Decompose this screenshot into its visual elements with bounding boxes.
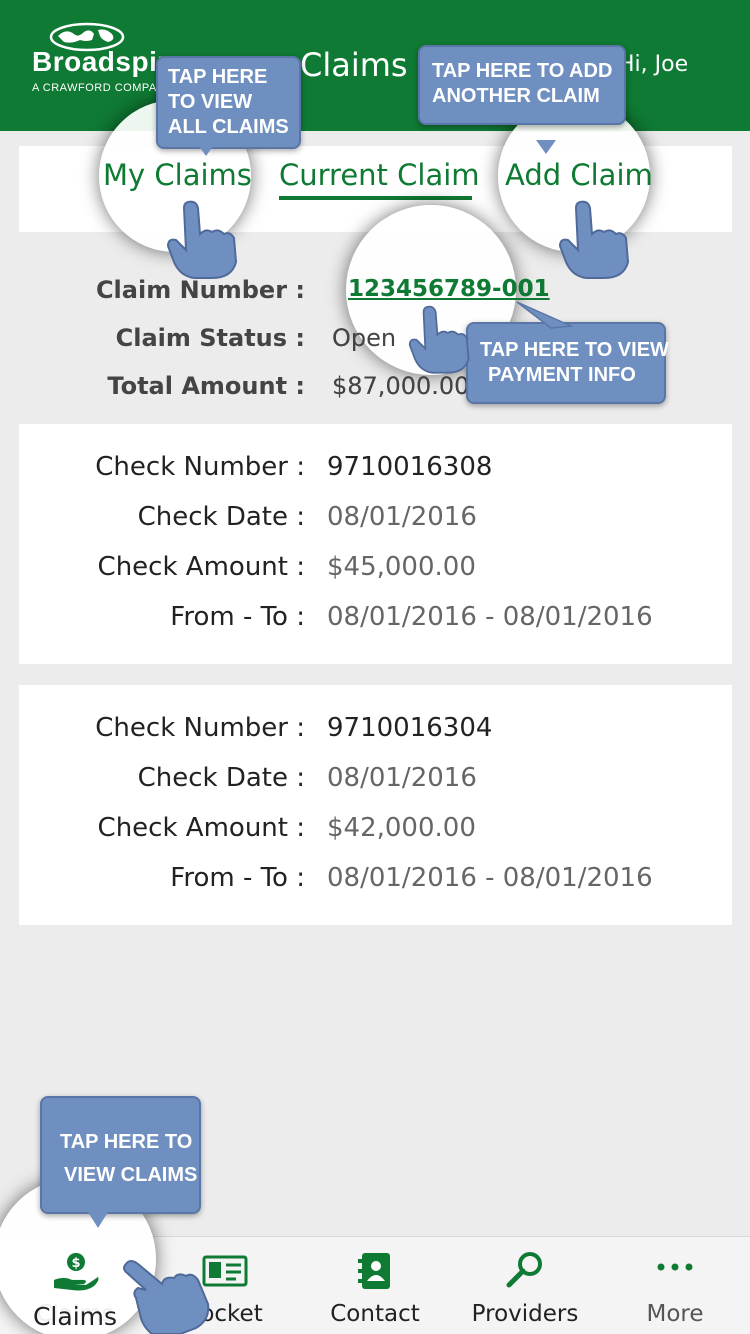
tip-payment-info: TAP HERE TO VIEW PAYMENT INFO xyxy=(466,322,669,404)
tip-line: PAYMENT INFO xyxy=(488,364,636,386)
check-range-value: 08/01/2016 - 08/01/2016 xyxy=(327,602,653,632)
tip-line: TAP HERE xyxy=(168,66,268,88)
app-header: Broadspire A CRAWFORD COMPANY Claims Hi,… xyxy=(0,0,750,131)
check-range-row: From - To : 08/01/2016 - 08/01/2016 xyxy=(19,863,732,903)
tip-view-all-claims: TAP HERE TO VIEW ALL CLAIMS xyxy=(156,56,301,149)
nav-item-contact[interactable]: Contact xyxy=(300,1237,450,1334)
nav-label-contact: Contact xyxy=(330,1301,420,1327)
more-dots-icon xyxy=(657,1263,693,1271)
check-amount-row: Check Amount : $42,000.00 xyxy=(19,813,732,853)
check-amount-label: Check Amount : xyxy=(97,552,305,582)
nav-label-providers: Providers xyxy=(471,1301,579,1327)
check-number-value: 9710016304 xyxy=(327,713,493,743)
active-tab-indicator xyxy=(279,196,472,200)
magnifier-icon xyxy=(506,1252,542,1288)
check-card: Check Number : 9710016304 Check Date : 0… xyxy=(19,685,732,925)
hand-money-icon: $ xyxy=(54,1253,99,1291)
tip-pointer xyxy=(536,140,556,154)
check-date-value: 08/01/2016 xyxy=(327,763,477,793)
tip-pointer xyxy=(88,1212,108,1228)
tip-line: ALL CLAIMS xyxy=(168,116,289,138)
check-number-label: Check Number : xyxy=(95,452,305,482)
address-book-icon xyxy=(358,1253,390,1289)
pointing-hand-icon xyxy=(123,1260,210,1334)
check-number-row: Check Number : 9710016308 xyxy=(19,452,732,492)
claim-number-label: Claim Number : xyxy=(95,276,305,304)
tip-line: TAP HERE TO xyxy=(60,1131,193,1153)
check-range-value: 08/01/2016 - 08/01/2016 xyxy=(327,863,653,893)
tab-add-claim-highlighted[interactable]: Add Claim xyxy=(505,158,653,192)
check-range-label: From - To : xyxy=(170,602,305,632)
check-amount-value: $42,000.00 xyxy=(327,813,476,843)
check-amount-row: Check Amount : $45,000.00 xyxy=(19,552,732,592)
claim-status-value-highlighted: Open xyxy=(332,324,397,352)
tab-my-claims-highlighted[interactable]: My Claims xyxy=(103,158,252,192)
nav-item-providers[interactable]: Providers xyxy=(450,1237,600,1334)
check-number-value: 9710016308 xyxy=(327,452,493,482)
tip-line: TAP HERE TO VIEW xyxy=(480,339,669,361)
tip-pointer xyxy=(196,142,216,156)
nav-label-more: More xyxy=(646,1301,704,1327)
check-amount-value: $45,000.00 xyxy=(327,552,476,582)
tab-current-claim[interactable]: Current Claim xyxy=(279,158,480,192)
tip-line: TAP HERE TO ADD xyxy=(432,60,613,82)
brand-tagline: A CRAWFORD COMPANY xyxy=(32,82,174,94)
pointing-hand-icon xyxy=(166,200,238,279)
check-date-label: Check Date : xyxy=(137,502,305,532)
svg-text:$: $ xyxy=(71,1256,80,1271)
check-range-row: From - To : 08/01/2016 - 08/01/2016 xyxy=(19,602,732,642)
tip-line: TO VIEW xyxy=(168,91,253,113)
check-date-value: 08/01/2016 xyxy=(327,502,477,532)
total-amount-label: Total Amount : xyxy=(107,372,305,400)
claim-status-label: Claim Status : xyxy=(115,324,305,352)
check-date-row: Check Date : 08/01/2016 xyxy=(19,763,732,803)
check-date-row: Check Date : 08/01/2016 xyxy=(19,502,732,542)
check-range-label: From - To : xyxy=(170,863,305,893)
pointing-hand-icon xyxy=(408,305,470,374)
tip-pointer xyxy=(516,301,574,329)
check-amount-label: Check Amount : xyxy=(97,813,305,843)
check-date-label: Check Date : xyxy=(137,763,305,793)
tip-line: ANOTHER CLAIM xyxy=(432,85,600,107)
check-card: Check Number : 9710016308 Check Date : 0… xyxy=(19,424,732,664)
tip-add-claim: TAP HERE TO ADD ANOTHER CLAIM xyxy=(418,45,627,125)
user-greeting: Hi, Joe xyxy=(618,52,689,77)
check-number-label: Check Number : xyxy=(95,713,305,743)
tip-view-claims: TAP HERE TO VIEW CLAIMS xyxy=(40,1096,201,1214)
tip-line: VIEW CLAIMS xyxy=(64,1164,198,1186)
check-number-row: Check Number : 9710016304 xyxy=(19,713,732,753)
pointing-hand-icon xyxy=(558,200,630,279)
page-title: Claims xyxy=(300,46,408,84)
nav-item-more[interactable]: More xyxy=(600,1237,750,1334)
